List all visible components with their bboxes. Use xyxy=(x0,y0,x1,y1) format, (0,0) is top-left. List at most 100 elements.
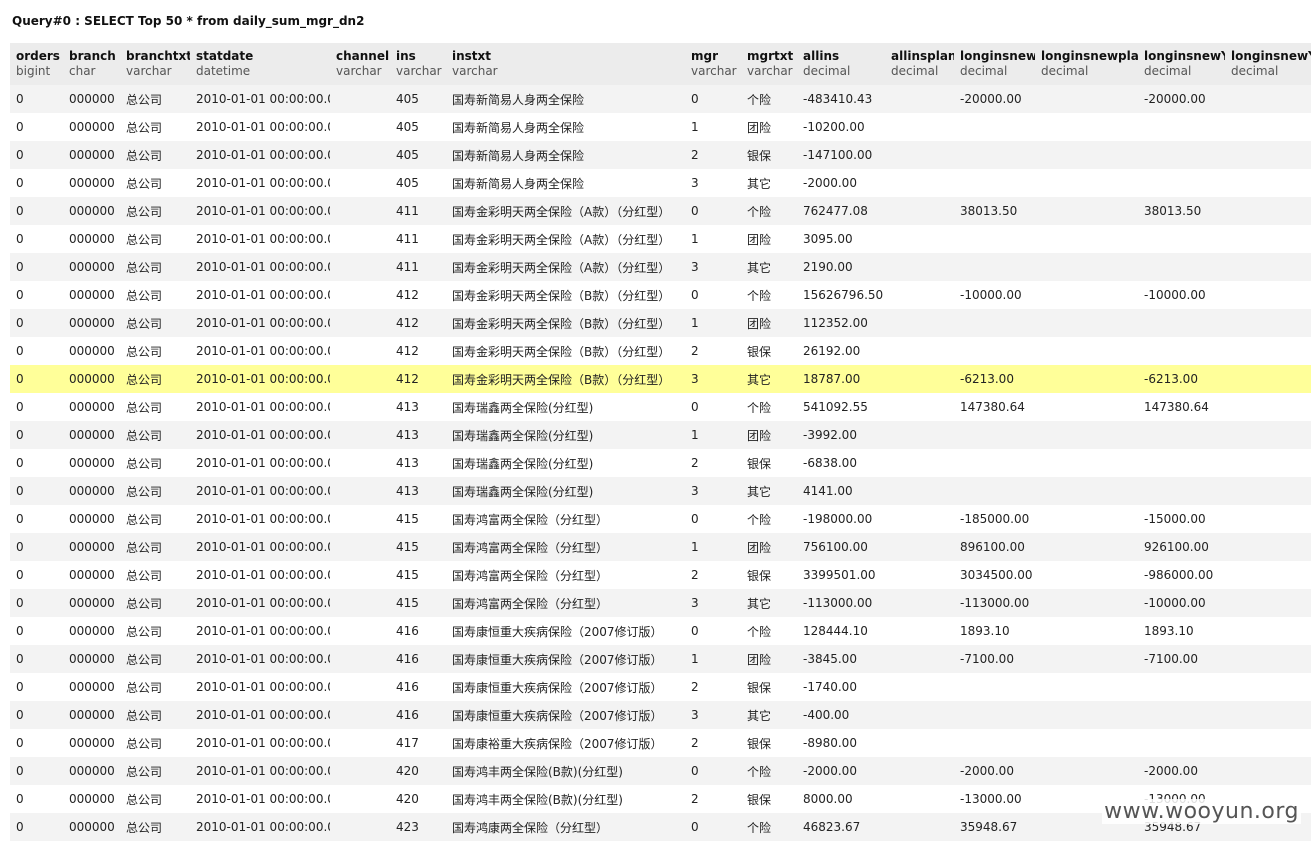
cell-ins[interactable]: 415 xyxy=(390,533,446,561)
cell-branch[interactable]: 000000 xyxy=(63,701,120,729)
cell-longinsnewyp[interactable] xyxy=(1225,589,1311,617)
column-header-branch[interactable]: branch char xyxy=(63,43,120,85)
cell-mgrtxt[interactable]: 银保 xyxy=(741,729,797,757)
column-header-statdate[interactable]: statdate datetime xyxy=(190,43,330,85)
cell-instxt[interactable]: 国寿瑞鑫两全保险(分红型) xyxy=(446,477,685,505)
cell-channel[interactable] xyxy=(330,673,390,701)
cell-instxt[interactable]: 国寿金彩明天两全保险（A款）（分红型） xyxy=(446,197,685,225)
cell-ins[interactable]: 420 xyxy=(390,785,446,813)
cell-allinsplan[interactable] xyxy=(885,281,954,309)
cell-allinsplan[interactable] xyxy=(885,337,954,365)
cell-orders[interactable]: 0 xyxy=(10,197,63,225)
cell-longinsnewy[interactable]: -2000.00 xyxy=(1138,757,1225,785)
cell-longinsnewy[interactable]: 926100.00 xyxy=(1138,533,1225,561)
table-row[interactable]: 0 000000 总公司 2010-01-01 00:00:00.0 412 国寿金彩明天… xyxy=(10,309,1311,337)
cell-allins[interactable]: 756100.00 xyxy=(797,533,885,561)
cell-longinsnewy[interactable] xyxy=(1138,701,1225,729)
cell-longinsnewplan[interactable] xyxy=(1035,197,1138,225)
cell-longinsnewyp[interactable] xyxy=(1225,253,1311,281)
cell-ins[interactable]: 412 xyxy=(390,309,446,337)
cell-ins[interactable]: 415 xyxy=(390,589,446,617)
cell-channel[interactable] xyxy=(330,589,390,617)
cell-branch[interactable]: 000000 xyxy=(63,533,120,561)
cell-allinsplan[interactable] xyxy=(885,701,954,729)
cell-orders[interactable]: 0 xyxy=(10,505,63,533)
cell-allins[interactable]: 15626796.50 xyxy=(797,281,885,309)
cell-instxt[interactable]: 国寿康恒重大疾病保险（2007修订版） xyxy=(446,701,685,729)
cell-branch[interactable]: 000000 xyxy=(63,785,120,813)
table-row[interactable]: 0 000000 总公司 2010-01-01 00:00:00.0 416 国寿康恒重大… xyxy=(10,673,1311,701)
cell-allins[interactable]: -3845.00 xyxy=(797,645,885,673)
cell-longinsnewy[interactable] xyxy=(1138,729,1225,757)
table-row[interactable]: 0 000000 总公司 2010-01-01 00:00:00.0 416 国寿康恒重大… xyxy=(10,645,1311,673)
cell-statdate[interactable]: 2010-01-01 00:00:00.0 xyxy=(190,617,330,645)
cell-longinsnewyp[interactable] xyxy=(1225,393,1311,421)
cell-longinsnewyp[interactable] xyxy=(1225,449,1311,477)
cell-instxt[interactable]: 国寿鸿富两全保险（分红型） xyxy=(446,505,685,533)
cell-instxt[interactable]: 国寿金彩明天两全保险（B款）（分红型） xyxy=(446,309,685,337)
cell-mgr[interactable]: 0 xyxy=(685,757,741,785)
cell-branch[interactable]: 000000 xyxy=(63,197,120,225)
cell-longinsnewplan[interactable] xyxy=(1035,169,1138,197)
cell-ins[interactable]: 405 xyxy=(390,169,446,197)
column-header-longinsnewy[interactable]: longinsnewY decimal xyxy=(1138,43,1225,85)
cell-branch[interactable]: 000000 xyxy=(63,281,120,309)
cell-allinsplan[interactable] xyxy=(885,393,954,421)
cell-ins[interactable]: 405 xyxy=(390,141,446,169)
cell-branchtxt[interactable]: 总公司 xyxy=(120,617,190,645)
cell-mgrtxt[interactable]: 团险 xyxy=(741,309,797,337)
cell-branchtxt[interactable]: 总公司 xyxy=(120,337,190,365)
cell-longinsnewy[interactable] xyxy=(1138,309,1225,337)
cell-orders[interactable]: 0 xyxy=(10,645,63,673)
table-row[interactable]: 0 000000 总公司 2010-01-01 00:00:00.0 405 国寿新简易人… xyxy=(10,85,1311,113)
cell-longinsnew[interactable] xyxy=(954,673,1035,701)
cell-statdate[interactable]: 2010-01-01 00:00:00.0 xyxy=(190,645,330,673)
cell-orders[interactable]: 0 xyxy=(10,785,63,813)
cell-longinsnew[interactable] xyxy=(954,729,1035,757)
cell-allins[interactable]: 8000.00 xyxy=(797,785,885,813)
cell-statdate[interactable]: 2010-01-01 00:00:00.0 xyxy=(190,505,330,533)
cell-longinsnew[interactable]: -13000.00 xyxy=(954,785,1035,813)
cell-branchtxt[interactable]: 总公司 xyxy=(120,561,190,589)
cell-statdate[interactable]: 2010-01-01 00:00:00.0 xyxy=(190,393,330,421)
cell-longinsnewy[interactable] xyxy=(1138,449,1225,477)
table-row[interactable]: 0 000000 总公司 2010-01-01 00:00:00.0 415 国寿鸿富两全… xyxy=(10,589,1311,617)
cell-statdate[interactable]: 2010-01-01 00:00:00.0 xyxy=(190,729,330,757)
column-header-channel[interactable]: channel varchar xyxy=(330,43,390,85)
cell-orders[interactable]: 0 xyxy=(10,337,63,365)
cell-longinsnewplan[interactable] xyxy=(1035,337,1138,365)
cell-statdate[interactable]: 2010-01-01 00:00:00.0 xyxy=(190,365,330,393)
cell-longinsnewy[interactable] xyxy=(1138,337,1225,365)
cell-longinsnewy[interactable]: 38013.50 xyxy=(1138,197,1225,225)
table-row[interactable]: 0 000000 总公司 2010-01-01 00:00:00.0 416 国寿康恒重大… xyxy=(10,701,1311,729)
cell-instxt[interactable]: 国寿康恒重大疾病保险（2007修订版） xyxy=(446,645,685,673)
cell-mgr[interactable]: 1 xyxy=(685,309,741,337)
cell-longinsnewplan[interactable] xyxy=(1035,589,1138,617)
cell-ins[interactable]: 423 xyxy=(390,813,446,841)
cell-instxt[interactable]: 国寿新简易人身两全保险 xyxy=(446,113,685,141)
cell-branch[interactable]: 000000 xyxy=(63,113,120,141)
cell-statdate[interactable]: 2010-01-01 00:00:00.0 xyxy=(190,477,330,505)
cell-longinsnewplan[interactable] xyxy=(1035,309,1138,337)
cell-orders[interactable]: 0 xyxy=(10,617,63,645)
cell-longinsnew[interactable] xyxy=(954,141,1035,169)
cell-instxt[interactable]: 国寿瑞鑫两全保险(分红型) xyxy=(446,421,685,449)
cell-longinsnew[interactable]: 35948.67 xyxy=(954,813,1035,841)
cell-instxt[interactable]: 国寿康裕重大疾病保险（2007修订版） xyxy=(446,729,685,757)
cell-mgrtxt[interactable]: 其它 xyxy=(741,365,797,393)
cell-mgrtxt[interactable]: 个险 xyxy=(741,617,797,645)
cell-branchtxt[interactable]: 总公司 xyxy=(120,421,190,449)
cell-mgrtxt[interactable]: 其它 xyxy=(741,477,797,505)
cell-branch[interactable]: 000000 xyxy=(63,477,120,505)
cell-allinsplan[interactable] xyxy=(885,785,954,813)
cell-longinsnewyp[interactable] xyxy=(1225,505,1311,533)
cell-statdate[interactable]: 2010-01-01 00:00:00.0 xyxy=(190,141,330,169)
cell-longinsnewplan[interactable] xyxy=(1035,141,1138,169)
table-row[interactable]: 0 000000 总公司 2010-01-01 00:00:00.0 413 国寿瑞鑫两全… xyxy=(10,421,1311,449)
cell-allins[interactable]: -1740.00 xyxy=(797,673,885,701)
cell-mgrtxt[interactable]: 银保 xyxy=(741,337,797,365)
cell-statdate[interactable]: 2010-01-01 00:00:00.0 xyxy=(190,197,330,225)
cell-longinsnew[interactable] xyxy=(954,309,1035,337)
cell-mgr[interactable]: 1 xyxy=(685,225,741,253)
cell-channel[interactable] xyxy=(330,729,390,757)
